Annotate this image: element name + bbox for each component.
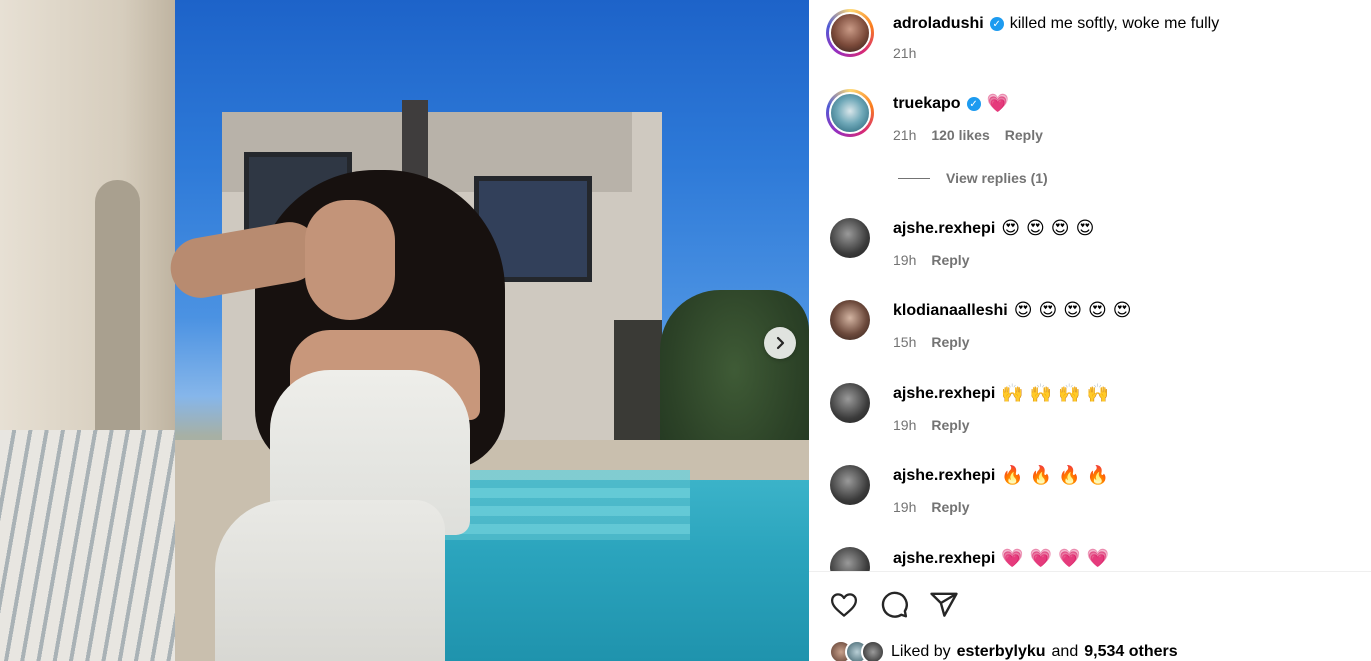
caption-username[interactable]: adroladushi <box>893 15 984 33</box>
comment-avatar[interactable] <box>830 383 870 423</box>
paper-plane-icon <box>930 592 958 617</box>
photo-sofa <box>0 430 175 661</box>
comment-time[interactable]: 21h <box>893 127 916 143</box>
comment-username[interactable]: ajshe.rexhepi <box>893 220 995 238</box>
comment-username[interactable]: truekapo <box>893 95 961 113</box>
comment-text: 😍😍😍😍 <box>1001 218 1101 239</box>
comment-avatar[interactable] <box>830 547 870 571</box>
reply-button[interactable]: Reply <box>931 499 969 515</box>
liked-by-middle: and <box>1051 643 1079 660</box>
comment-time[interactable]: 15h <box>893 334 916 350</box>
comment-line: ajshe.rexhepi 😍😍😍😍 <box>893 220 1100 238</box>
comment-line: ajshe.rexhepi 🔥🔥🔥🔥 <box>893 467 1115 485</box>
comment-button[interactable] <box>879 590 909 620</box>
comment-username[interactable]: klodianaalleshi <box>893 302 1008 320</box>
comment-text: 😍😍😍😍😍 <box>1013 300 1138 321</box>
heart-icon <box>831 593 857 617</box>
actions-divider <box>809 571 1371 572</box>
post-photo[interactable] <box>0 0 809 661</box>
comment-text: 🙌🙌🙌🙌 <box>1001 383 1115 404</box>
comment-meta: 21h 120 likes Reply <box>893 127 1043 143</box>
caption-meta: 21h <box>893 45 916 61</box>
liker-avatar <box>861 640 885 661</box>
comment-text: 🔥🔥🔥🔥 <box>1001 465 1115 486</box>
view-replies-button[interactable]: View replies (1) <box>898 170 1048 186</box>
liked-by-avatars[interactable] <box>829 640 885 661</box>
chevron-right-icon <box>776 336 785 350</box>
comment-line: truekapo ✓ 💗 <box>893 95 1015 113</box>
comment-time[interactable]: 19h <box>893 417 916 433</box>
comment-avatar[interactable] <box>830 218 870 258</box>
reply-button[interactable]: Reply <box>931 334 969 350</box>
comment-text: 💗 <box>986 93 1015 114</box>
post-actions <box>829 590 959 620</box>
verified-badge-icon: ✓ <box>966 97 981 111</box>
comment-line: ajshe.rexhepi 🙌🙌🙌🙌 <box>893 385 1115 403</box>
liked-by-line: Liked by esterbylyku and 9,534 others <box>829 640 1178 661</box>
like-button[interactable] <box>829 590 859 620</box>
comments-panel: adroladushi ✓ killed me softly, woke me … <box>809 0 1371 661</box>
comment-text: 💗💗💗💗 <box>1001 548 1115 569</box>
comment-username[interactable]: ajshe.rexhepi <box>893 467 995 485</box>
photo-person-face <box>305 200 395 320</box>
photo-arch <box>95 180 140 440</box>
reply-button[interactable]: Reply <box>1005 127 1043 143</box>
replies-dash <box>898 177 930 179</box>
caption-line: adroladushi ✓ killed me softly, woke me … <box>893 15 1219 33</box>
comment-likes[interactable]: 120 likes <box>931 127 989 143</box>
share-button[interactable] <box>929 590 959 620</box>
carousel-next-button[interactable] <box>764 327 796 359</box>
caption-text: killed me softly, woke me fully <box>1009 15 1220 32</box>
comment-time[interactable]: 19h <box>893 252 916 268</box>
reply-button[interactable]: Reply <box>931 417 969 433</box>
comment-meta: 19h Reply <box>893 252 969 268</box>
liked-by-prefix: Liked by <box>891 643 951 660</box>
comment-meta: 19h Reply <box>893 499 969 515</box>
comment-meta: 15h Reply <box>893 334 969 350</box>
comment-bubble-icon <box>881 591 908 618</box>
liked-by-others[interactable]: 9,534 others <box>1084 643 1177 661</box>
liked-by-user[interactable]: esterbylyku <box>957 643 1046 661</box>
view-replies-label: View replies (1) <box>946 170 1048 186</box>
reply-button[interactable]: Reply <box>931 252 969 268</box>
comment-time[interactable]: 19h <box>893 499 916 515</box>
verified-badge-icon: ✓ <box>989 17 1004 31</box>
comment-meta: 19h Reply <box>893 417 969 433</box>
comment-avatar[interactable] <box>830 465 870 505</box>
caption-avatar[interactable] <box>826 9 874 57</box>
comment-username[interactable]: ajshe.rexhepi <box>893 550 995 568</box>
photo-white-skirt <box>215 500 445 661</box>
comment-username[interactable]: ajshe.rexhepi <box>893 385 995 403</box>
comment-line: ajshe.rexhepi 💗💗💗💗 <box>893 550 1115 568</box>
comment-avatar[interactable] <box>830 300 870 340</box>
comments-list[interactable]: adroladushi ✓ killed me softly, woke me … <box>809 0 1371 571</box>
caption-time[interactable]: 21h <box>893 45 916 61</box>
comment-avatar[interactable] <box>826 89 874 137</box>
comment-line: klodianaalleshi 😍😍😍😍😍 <box>893 302 1138 320</box>
